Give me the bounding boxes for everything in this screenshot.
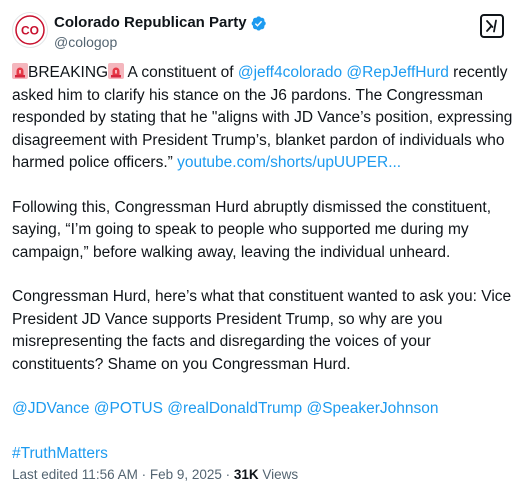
account-handle[interactable]: @cologop [54, 33, 267, 51]
breaking-label: BREAKING [28, 64, 109, 81]
post-meta: Last edited 11:56 AM · Feb 9, 2025 · 31K… [12, 466, 298, 484]
grok-icon [486, 19, 497, 33]
grok-button[interactable] [480, 14, 504, 38]
last-edited-timestamp[interactable]: Last edited 11:56 AM · Feb 9, 2025 · [12, 467, 234, 482]
svg-text:CO: CO [21, 24, 39, 38]
post-body: BREAKING A constituent of @jeff4colorado… [12, 62, 524, 487]
post-paragraph-2: Following this, Congressman Hurd abruptl… [12, 198, 492, 261]
post-header: CO Colorado Republican Party @cologop [12, 12, 516, 52]
siren-icon [108, 63, 125, 79]
post-hashtags: #TruthMatters [12, 443, 524, 466]
mention-link[interactable]: @realDonaldTrump [167, 400, 302, 417]
views-label: Views [258, 467, 299, 482]
mention-link[interactable]: @JDVance [12, 400, 89, 417]
views-count: 31K [233, 467, 259, 482]
avatar[interactable]: CO [12, 12, 48, 48]
mention-link[interactable]: @SpeakerJohnson [306, 400, 438, 417]
verified-badge-icon [251, 15, 266, 31]
hashtag-link[interactable]: #TruthMatters [12, 445, 108, 462]
youtube-link[interactable]: youtube.com/shorts/upUUPER... [177, 154, 401, 171]
mention-link[interactable]: @jeff4colorado [238, 64, 342, 81]
display-name-row: Colorado Republican Party [54, 14, 267, 32]
siren-icon [12, 63, 28, 79]
display-name[interactable]: Colorado Republican Party [54, 14, 247, 32]
mention-link[interactable]: @POTUS [94, 400, 163, 417]
post-paragraph-3: Congressman Hurd, here’s what that const… [12, 288, 512, 373]
post-card: CO Colorado Republican Party @cologop BR… [0, 0, 528, 492]
post-mentions: @JDVance @POTUS @realDonaldTrump @Speake… [12, 398, 524, 421]
post-paragraph-1: BREAKING A constituent of @jeff4colorado… [12, 62, 524, 175]
mention-link[interactable]: @RepJeffHurd [346, 64, 448, 81]
post-text: A constituent of [124, 64, 238, 81]
avatar-logo-icon: CO [15, 15, 45, 45]
account-name-block: Colorado Republican Party @cologop [54, 14, 267, 51]
